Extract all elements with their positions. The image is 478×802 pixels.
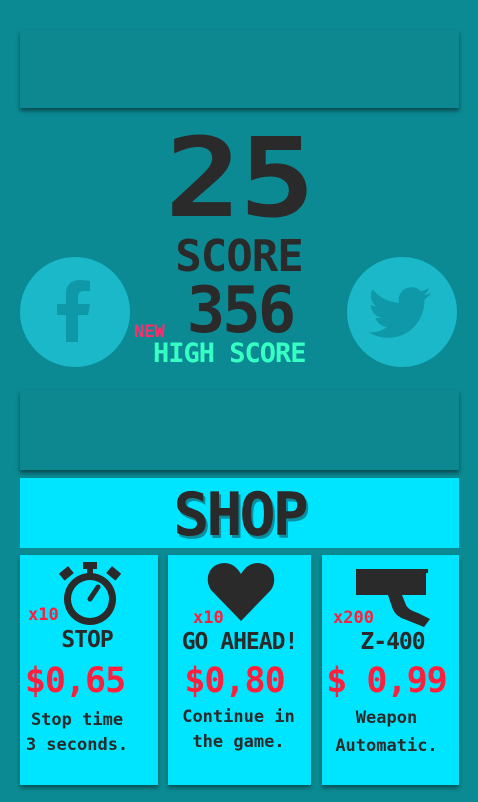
description-line-2: Automatic.: [335, 736, 438, 756]
item-quantity: x10: [193, 608, 224, 628]
twitter-share-button[interactable]: [347, 257, 457, 367]
item-name: GO AHEAD!: [181, 629, 299, 655]
high-score-label: HIGH SCORE: [153, 338, 307, 369]
item-description: Continue in the game.: [167, 705, 310, 755]
item-price: $ 0,99: [326, 661, 447, 701]
middle-banner-panel: [20, 390, 459, 470]
shop-item-stop[interactable]: x10 STOP $0,65 Stop time 3 seconds.: [20, 555, 158, 785]
item-description: Weapon Automatic.: [318, 704, 455, 760]
stopwatch-icon: [58, 562, 122, 625]
top-banner-panel: [20, 30, 459, 108]
item-price: $0,80: [184, 661, 285, 701]
item-name: Z-400: [360, 629, 425, 655]
shop-item-z400[interactable]: x200 Z-400 $ 0,99 Weapon Automatic.: [322, 555, 459, 785]
high-score-value: 356: [186, 274, 297, 348]
shop-title: SHOP: [173, 480, 309, 550]
description-line-1: Continue in: [182, 707, 295, 727]
item-quantity: x10: [28, 605, 59, 625]
item-name: STOP: [61, 627, 113, 653]
description-line-1: Weapon: [355, 708, 418, 728]
current-score: 25: [165, 114, 315, 242]
twitter-icon: [368, 287, 431, 338]
item-quantity: x200: [333, 608, 374, 628]
item-description: Stop time 3 seconds.: [8, 708, 146, 758]
description-line-1: Stop time: [30, 710, 124, 730]
facebook-icon: [57, 280, 90, 342]
description-line-2: the game.: [192, 732, 285, 752]
shop-header: SHOP: [20, 478, 459, 548]
item-price: $0,65: [24, 661, 126, 701]
facebook-share-button[interactable]: [20, 257, 130, 367]
description-line-2: 3 seconds.: [25, 735, 129, 755]
shop-item-go-ahead[interactable]: x10 GO AHEAD! $0,80 Continue in the game…: [168, 555, 311, 785]
